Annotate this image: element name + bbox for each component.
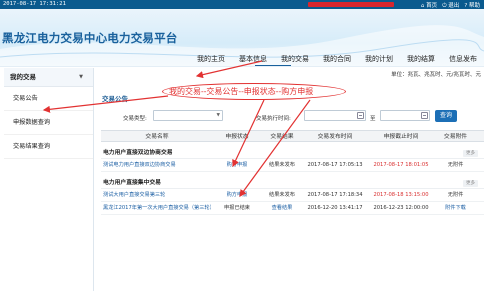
calendar-icon[interactable] [421, 112, 428, 119]
sidebar-item-result-query[interactable]: 交易结果查询 [4, 135, 93, 159]
bid-status-link[interactable]: 购方申报 [211, 189, 263, 201]
start-date-input[interactable] [304, 110, 366, 121]
main-content: 单位：兆瓦、兆瓦时、元/兆瓦时、元 交易公告 我的交易--交易公告--申报状态-… [96, 68, 484, 291]
sidebar-heading-label: 我的交易 [10, 73, 36, 81]
bid-status-link[interactable]: 购方申报 [211, 159, 263, 171]
view-result-link[interactable]: 查看结果 [263, 202, 301, 214]
trade-name-link[interactable]: 测试电力用户直接双边协商交易 [101, 159, 211, 171]
deadline-time: 2016-12-23 12:00:00 [373, 205, 429, 211]
col-publish-header: 交易发布时间 [317, 134, 353, 140]
filter-bar: 交易类型: ▼ 交易执行时间: 至 [96, 110, 484, 124]
nav-my-plans[interactable]: 我的计划 [358, 53, 400, 65]
more-button[interactable]: 更多 [463, 150, 478, 157]
attachment-text: 无附件 [447, 192, 464, 198]
group-title: 电力用户直接双边协商交易 [103, 150, 173, 156]
end-date-input[interactable] [380, 110, 430, 121]
group-title: 电力用户直接集中交易 [103, 180, 161, 186]
sidebar-heading[interactable]: 我的交易 ▼ [4, 68, 93, 87]
table-row: 测试电力用户直接双边协商交易 购方申报 结果未发布 2017-08-17 17:… [101, 159, 484, 172]
site-header: 黑龙江电力交易中心电力交易平台 我的主页 基本信息 我的交易 我的合同 我的计划… [0, 9, 484, 67]
chevron-down-icon: ▼ [216, 113, 220, 118]
sidebar-item-bid-query[interactable]: 申报数据查询 [4, 111, 93, 135]
col-deadline-header: 申报截止时间 [383, 134, 419, 140]
nav-info-release[interactable]: 信息发布 [442, 53, 484, 65]
nav-basic-info[interactable]: 基本信息 [232, 53, 274, 65]
search-button[interactable]: 查询 [435, 110, 457, 122]
publish-time: 2017-08-17 17:18:34 [307, 192, 363, 198]
result-text: 结果未发布 [269, 192, 295, 198]
attachment-text: 无附件 [447, 162, 464, 168]
result-text: 结果未发布 [269, 162, 295, 168]
publish-time: 2017-08-17 17:05:13 [307, 162, 363, 168]
more-button[interactable]: 更多 [463, 180, 478, 187]
nav-my-contracts[interactable]: 我的合同 [316, 53, 358, 65]
col-status-header: 申报状态 [225, 134, 249, 140]
annotation-text: 我的交易--交易公告--申报状态--购方申报 [169, 87, 314, 96]
deadline-time: 2017-08-17 18:01:05 [373, 162, 429, 168]
group-centralized: 电力用户直接集中交易 更多 [101, 178, 484, 189]
section-title: 交易公告 [102, 95, 128, 103]
attachment-download-link[interactable]: 附件下载 [433, 202, 478, 214]
platform-title: 黑龙江电力交易中心电力交易平台 [2, 31, 178, 45]
active-nav-indicator [255, 65, 291, 66]
col-result-header: 交易结果 [270, 134, 294, 140]
table-row: 测试大用户直接交易第三轮 购方申报 结果未发布 2017-08-17 17:18… [101, 189, 484, 202]
deadline-time: 2017-08-18 13:15:00 [373, 192, 429, 198]
sidebar: 我的交易 ▼ 交易公告 申报数据查询 交易结果查询 [4, 68, 94, 291]
col-name-header: 交易名称 [145, 134, 169, 140]
nav-my-trading[interactable]: 我的交易 [274, 53, 316, 65]
trade-name-link[interactable]: 测试大用户直接交易第三轮 [101, 189, 211, 201]
table-row: 黑龙江2017年第一次大用户直接交易（第三轮） 申报已结束 查看结果 2016-… [101, 202, 484, 215]
nav-home[interactable]: 我的主页 [190, 53, 232, 65]
calendar-icon[interactable] [357, 112, 364, 119]
to-label: 至 [370, 116, 376, 122]
announcement-table: 交易名称 申报状态 交易结果 交易发布时间 申报截止时间 交易附件 电力用户直接… [101, 130, 484, 215]
redacted-user-info [308, 2, 394, 7]
units-note: 单位：兆瓦、兆瓦时、元/兆瓦时、元 [391, 72, 481, 78]
table-header: 交易名称 申报状态 交易结果 交易发布时间 申报截止时间 交易附件 [101, 130, 484, 142]
trade-type-label: 交易类型: [123, 116, 147, 122]
clock-text: 2017-08-17 17:31:21 [3, 1, 66, 7]
group-bilateral: 电力用户直接双边协商交易 更多 [101, 148, 484, 159]
chevron-down-icon: ▼ [79, 74, 83, 80]
exec-time-label: 交易执行时间: [256, 116, 291, 122]
publish-time: 2016-12-20 13:41:17 [307, 205, 363, 211]
sidebar-item-announcements[interactable]: 交易公告 [4, 87, 93, 111]
trade-name-link[interactable]: 黑龙江2017年第一次大用户直接交易（第三轮） [101, 202, 211, 214]
main-nav: 我的主页 基本信息 我的交易 我的合同 我的计划 我的结算 信息发布 [190, 53, 484, 65]
col-attachment-header: 交易附件 [443, 134, 468, 140]
system-bar: 2017-08-17 17:31:21 ⌂ 首页 ⏻ 退出 ? 帮助 [0, 0, 484, 9]
bid-status-text: 申报已结束 [224, 205, 250, 211]
trade-type-select[interactable]: ▼ [153, 110, 223, 121]
nav-my-settlement[interactable]: 我的结算 [400, 53, 442, 65]
